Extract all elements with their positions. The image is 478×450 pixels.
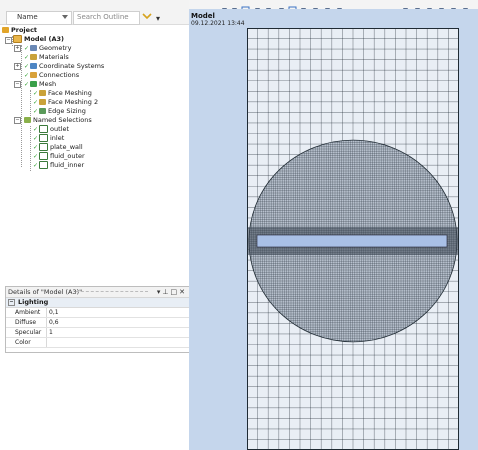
viewport-date: 09.12.2021 13:44 — [191, 20, 245, 27]
expand-geometry-toggle[interactable]: + — [14, 45, 21, 52]
edge-sizing-icon — [39, 108, 46, 114]
detail-row-specular[interactable]: Specular 1 — [6, 328, 190, 338]
mesh-plot — [246, 27, 460, 450]
named-selection-icon — [39, 134, 48, 142]
filter-icon[interactable] — [142, 11, 152, 21]
check-icon: ✓ — [24, 71, 30, 79]
named-selection-icon — [39, 143, 48, 151]
detail-row-ambient[interactable]: Ambient 0,1 — [6, 308, 190, 318]
options-icon[interactable]: ▾ — [156, 14, 160, 23]
name-dropdown-label: Name — [17, 13, 38, 21]
check-icon: ✓ — [33, 152, 39, 160]
named-selections-icon — [24, 117, 31, 123]
tree-node-materials[interactable]: ✓ Materials — [24, 53, 69, 62]
tree-node-coordinate-systems[interactable]: ✓ Coordinate Systems — [24, 62, 104, 71]
materials-icon — [30, 54, 37, 60]
tree-node-named-selections[interactable]: Named Selections — [24, 116, 92, 125]
expand-model-toggle[interactable]: − — [5, 37, 12, 44]
check-icon: ✓ — [33, 98, 39, 106]
chevron-down-icon — [62, 15, 68, 19]
expand-coordinate-systems-toggle[interactable]: + — [14, 63, 21, 70]
check-icon: ✓ — [33, 134, 39, 142]
outline-tree: Project − Model (A3) + ✓ Geometry ✓ Materi… — [0, 26, 189, 186]
outline-panel: Name Search Outline ▾ Project − Model (A… — [0, 0, 191, 450]
connections-icon — [30, 72, 37, 78]
check-icon: ✓ — [33, 107, 39, 115]
tree-node-connections[interactable]: ✓ Connections — [24, 71, 79, 80]
check-icon: ✓ — [24, 80, 30, 88]
check-icon: ✓ — [33, 89, 39, 97]
details-header: Details of "Model (A3)" ▾⊥□✕ — [6, 287, 190, 298]
expand-named-selections-toggle[interactable]: − — [14, 117, 21, 124]
tree-node-face-meshing[interactable]: ✓ Face Meshing — [33, 89, 92, 98]
mesh-icon — [30, 81, 37, 87]
tree-node-mesh[interactable]: ✓ Mesh — [24, 80, 56, 89]
check-icon: ✓ — [24, 62, 30, 70]
tree-node-fluid-outer[interactable]: ✓ fluid_outer — [33, 152, 85, 161]
named-selection-icon — [39, 152, 48, 160]
outline-toolbar: Name Search Outline ▾ — [0, 0, 189, 25]
check-icon: ✓ — [24, 44, 30, 52]
check-icon: ✓ — [33, 125, 39, 133]
lighting-section[interactable]: − Lighting — [6, 298, 190, 308]
tree-node-edge-sizing[interactable]: ✓ Edge Sizing — [33, 107, 86, 116]
tree-node-fluid-inner[interactable]: ✓ fluid_inner — [33, 161, 84, 170]
model-icon — [13, 35, 22, 43]
check-icon: ✓ — [33, 143, 39, 151]
tree-node-geometry[interactable]: ✓ Geometry — [24, 44, 71, 53]
named-selection-icon — [39, 125, 48, 133]
tree-node-face-meshing-2[interactable]: ✓ Face Meshing 2 — [33, 98, 98, 107]
details-panel: Details of "Model (A3)" ▾⊥□✕ − Lighting A… — [5, 286, 191, 353]
tree-node-plate-wall[interactable]: ✓ plate_wall — [33, 143, 83, 152]
collapse-toggle[interactable]: − — [8, 298, 15, 306]
graphics-area: Model 09.12.2021 13:44 — [189, 0, 478, 450]
tree-node-model[interactable]: Model (A3) — [13, 35, 64, 44]
project-icon — [2, 27, 9, 33]
detail-row-diffuse[interactable]: Diffuse 0,6 — [6, 318, 190, 328]
name-dropdown[interactable]: Name — [6, 11, 72, 25]
check-icon: ✓ — [33, 161, 39, 169]
expand-mesh-toggle[interactable]: − — [14, 81, 21, 88]
details-title: Details of "Model (A3)" — [8, 288, 83, 296]
tree-node-outlet[interactable]: ✓ outlet — [33, 125, 69, 134]
face-meshing-icon — [39, 99, 46, 105]
coordinate-systems-icon — [30, 63, 37, 69]
search-outline-input[interactable]: Search Outline — [73, 11, 140, 25]
pin-icon[interactable]: ⊥ — [162, 288, 170, 296]
mesh-region — [246, 27, 460, 450]
geometry-icon — [30, 45, 37, 51]
named-selection-icon — [39, 161, 48, 169]
graphics-viewport[interactable]: Model 09.12.2021 13:44 — [189, 9, 478, 450]
plate-wall — [256, 234, 448, 248]
check-icon: ✓ — [24, 53, 30, 61]
tree-node-inlet[interactable]: ✓ inlet — [33, 134, 64, 143]
maximize-icon[interactable]: □ — [171, 288, 180, 296]
viewport-title: Model — [191, 12, 215, 20]
tree-node-project[interactable]: Project — [2, 26, 37, 35]
close-icon[interactable]: ✕ — [179, 288, 187, 296]
detail-row-color[interactable]: Color — [6, 338, 190, 348]
search-outline-placeholder: Search Outline — [77, 13, 129, 21]
face-meshing-icon — [39, 90, 46, 96]
graphics-toolbar — [189, 0, 478, 15]
